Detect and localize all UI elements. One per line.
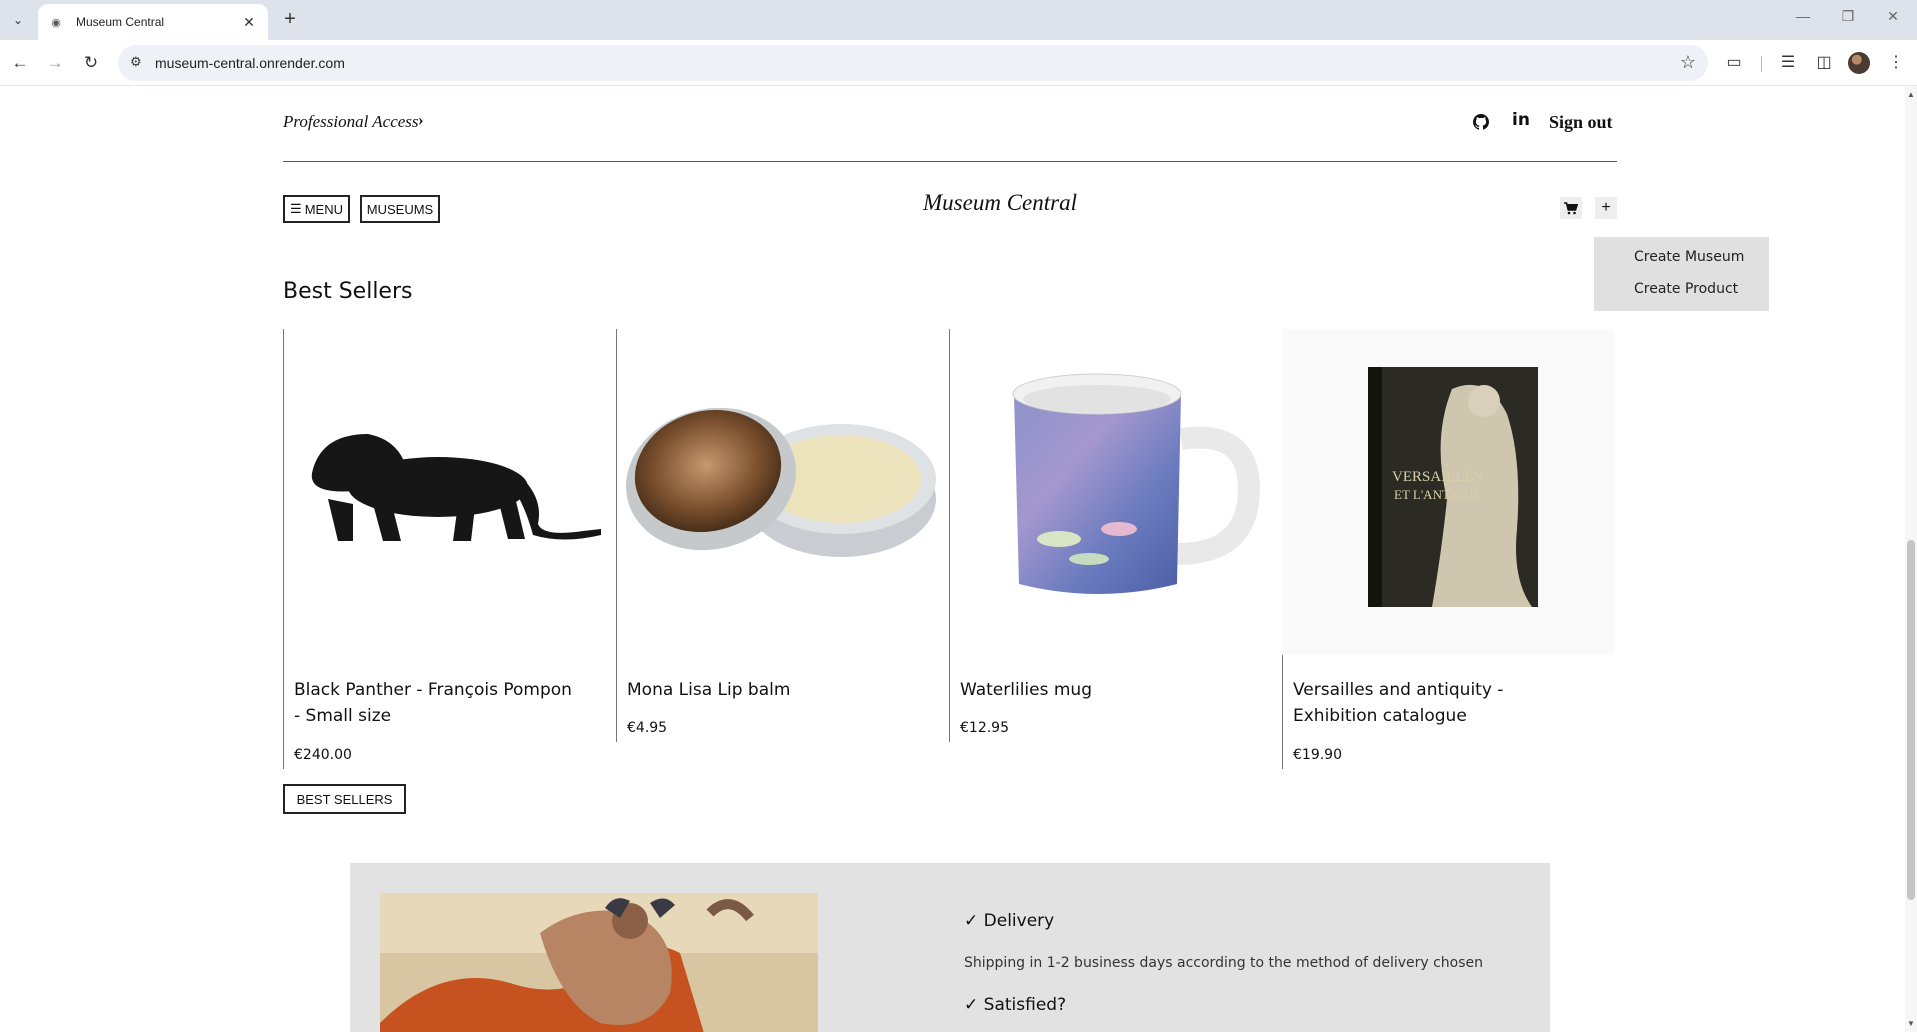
page-content: Professional Access › in Sign out ☰ MENU… xyxy=(0,86,1905,1032)
menu-button[interactable]: ☰ MENU xyxy=(283,195,350,223)
tab-list-chevron-icon[interactable]: ⌄ xyxy=(6,8,30,32)
checkmark-icon: ✓ xyxy=(964,911,979,931)
site-brand[interactable]: Museum Central xyxy=(900,190,1100,216)
product-price: €4.95 xyxy=(627,720,668,736)
reload-icon[interactable]: ↻ xyxy=(78,50,104,76)
create-product-item[interactable]: Create Product xyxy=(1634,281,1738,297)
satisfied-feature-title: ✓ Satisfied? xyxy=(964,995,1066,1015)
product-price: €240.00 xyxy=(294,747,352,763)
close-tab-icon[interactable]: ✕ xyxy=(240,14,258,31)
best-sellers-button[interactable]: BEST SELLERS xyxy=(283,784,406,814)
back-icon[interactable]: ← xyxy=(7,50,33,76)
bookmark-star-icon[interactable]: ☆ xyxy=(1680,52,1696,73)
linkedin-icon[interactable]: in xyxy=(1512,110,1530,130)
browser-toolbar: ← → ↻ ⚙ museum-central.onrender.com ☆ ▭ … xyxy=(0,40,1917,86)
create-museum-item[interactable]: Create Museum xyxy=(1634,249,1744,265)
professional-access-link[interactable]: Professional Access xyxy=(283,112,419,132)
product-name[interactable]: Mona Lisa Lip balm xyxy=(627,677,907,703)
extensions-icon[interactable]: ▭ xyxy=(1722,52,1746,72)
side-panel-icon[interactable]: ◫ xyxy=(1812,52,1836,72)
tab-title: Museum Central xyxy=(76,15,165,29)
media-control-icon[interactable]: ☰ xyxy=(1776,52,1800,72)
address-bar[interactable]: ⚙ museum-central.onrender.com ☆ xyxy=(118,45,1708,81)
hamburger-icon: ☰ xyxy=(290,201,302,216)
product-name[interactable]: Black Panther - François Pompon - Small … xyxy=(294,677,574,729)
close-window-icon[interactable]: ✕ xyxy=(1878,8,1908,25)
github-icon[interactable] xyxy=(1473,114,1489,130)
delivery-feature-title: ✓ Delivery xyxy=(964,911,1054,931)
browser-tab-bar: ⌄ ◉ Museum Central ✕ + — ❐ ✕ xyxy=(0,0,1917,40)
forward-icon[interactable]: → xyxy=(42,50,68,76)
delivery-feature-text: Shipping in 1-2 business days according … xyxy=(964,955,1484,971)
scroll-down-icon[interactable]: ▼ xyxy=(1905,1019,1917,1028)
site-favicon-icon: ◉ xyxy=(51,16,61,29)
product-image-panther xyxy=(311,434,601,541)
restore-icon[interactable]: ❐ xyxy=(1833,8,1863,25)
profile-avatar[interactable] xyxy=(1848,52,1870,74)
create-plus-button[interactable]: + xyxy=(1595,197,1617,219)
sign-out-link[interactable]: Sign out xyxy=(1549,112,1613,133)
toolbar-separator xyxy=(1761,56,1762,72)
product-name[interactable]: Versailles and antiquity - Exhibition ca… xyxy=(1293,677,1573,729)
product-image-lip-balm xyxy=(625,407,936,557)
browser-menu-icon[interactable]: ⋮ xyxy=(1884,52,1908,72)
scroll-up-icon[interactable]: ▲ xyxy=(1905,90,1917,99)
create-dropdown-menu: Create Museum Create Product xyxy=(1594,237,1769,311)
chevron-right-icon: › xyxy=(418,110,424,129)
header-divider xyxy=(283,161,1617,162)
product-name[interactable]: Waterlilies mug xyxy=(960,677,1240,703)
product-price: €19.90 xyxy=(1293,747,1342,763)
product-image-versailles-book: VERSAILLES ET L'ANTIQUE xyxy=(1282,329,1615,655)
checkmark-icon: ✓ xyxy=(964,995,979,1015)
book-cover-title: VERSAILLES xyxy=(1392,469,1482,485)
cart-button[interactable] xyxy=(1560,197,1582,219)
new-tab-icon[interactable]: + xyxy=(278,8,302,32)
scrollbar-thumb[interactable] xyxy=(1907,540,1915,900)
features-section: ✓ Delivery Shipping in 1-2 business days… xyxy=(350,863,1550,1032)
book-cover-subtitle: ET L'ANTIQUE xyxy=(1394,487,1481,502)
cart-icon xyxy=(1564,201,1578,214)
product-price: €12.95 xyxy=(960,720,1009,736)
browser-tab[interactable]: ◉ Museum Central ✕ xyxy=(38,4,268,40)
menu-button-label: MENU xyxy=(304,201,343,217)
minimize-icon[interactable]: — xyxy=(1788,8,1818,24)
site-info-icon[interactable]: ⚙ xyxy=(130,54,142,70)
page-scrollbar[interactable]: ▲ ▼ xyxy=(1905,86,1917,1032)
satisfied-title-text: Satisfied? xyxy=(983,995,1067,1015)
mythology-painting-image xyxy=(380,893,818,1032)
best-sellers-title: Best Sellers xyxy=(283,279,413,304)
museums-button[interactable]: MUSEUMS xyxy=(360,195,440,223)
delivery-title-text: Delivery xyxy=(983,911,1055,931)
url-text: museum-central.onrender.com xyxy=(155,55,345,71)
product-image-waterlilies-mug xyxy=(1012,373,1261,594)
